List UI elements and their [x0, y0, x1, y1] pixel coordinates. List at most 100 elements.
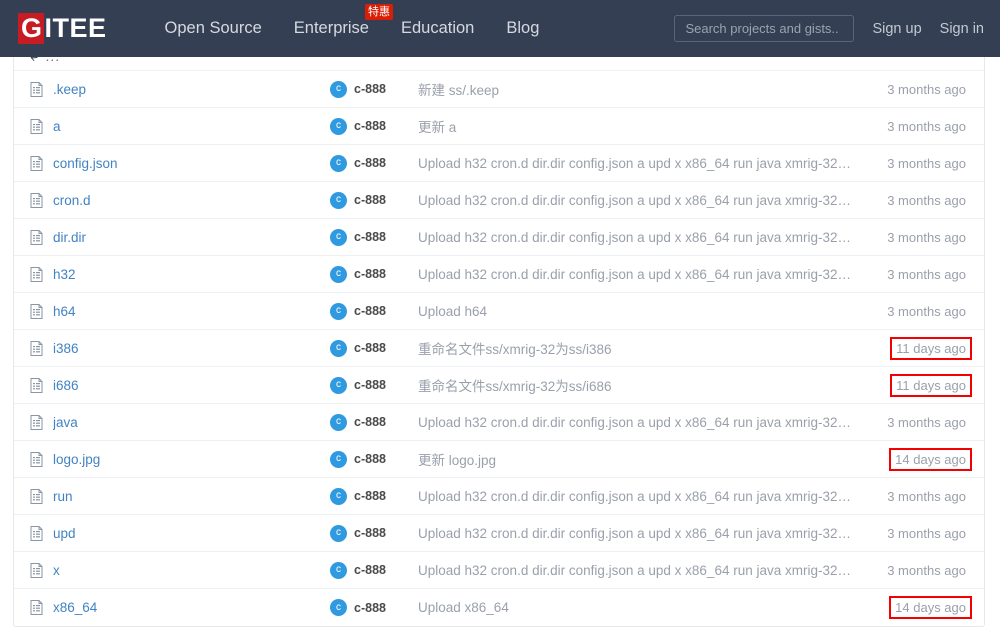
nav-link-enterprise[interactable]: Enterprise特惠: [278, 0, 385, 57]
sign-up-link[interactable]: Sign up: [872, 21, 921, 37]
commit-message[interactable]: Upload h32 cron.d dir.dir config.json a …: [410, 267, 883, 282]
author-name-link[interactable]: c-888: [354, 230, 386, 244]
commit-message[interactable]: 重命名文件ss/xmrig-32为ss/i386: [410, 338, 892, 358]
file-name-link[interactable]: logo.jpg: [53, 452, 100, 467]
file-icon: [30, 600, 43, 615]
commit-author-cell: c c-888: [330, 118, 410, 135]
avatar[interactable]: c: [330, 525, 347, 542]
avatar[interactable]: c: [330, 155, 347, 172]
author-name-link[interactable]: c-888: [354, 341, 386, 355]
commit-author-cell: c c-888: [330, 525, 410, 542]
author-name-link[interactable]: c-888: [354, 378, 386, 392]
file-name-link[interactable]: cron.d: [53, 193, 91, 208]
author-name-link[interactable]: c-888: [354, 452, 386, 466]
commit-message[interactable]: Upload h32 cron.d dir.dir config.json a …: [410, 156, 883, 171]
nav-link-blog[interactable]: Blog: [490, 0, 555, 57]
commit-author-cell: c c-888: [330, 340, 410, 357]
file-name-link[interactable]: x: [53, 563, 60, 578]
commit-message[interactable]: Upload h32 cron.d dir.dir config.json a …: [410, 526, 883, 541]
commit-message[interactable]: 更新 a: [410, 116, 883, 136]
file-name-link[interactable]: config.json: [53, 156, 118, 171]
file-name-link[interactable]: h32: [53, 267, 76, 282]
avatar[interactable]: c: [330, 266, 347, 283]
commit-time-highlighted: 11 days ago: [892, 339, 970, 358]
file-name-cell: logo.jpg: [30, 452, 330, 467]
author-name-link[interactable]: c-888: [354, 119, 386, 133]
avatar[interactable]: c: [330, 377, 347, 394]
search-input[interactable]: [674, 15, 854, 42]
avatar[interactable]: c: [330, 562, 347, 579]
avatar[interactable]: c: [330, 599, 347, 616]
commit-message[interactable]: Upload h32 cron.d dir.dir config.json a …: [410, 415, 883, 430]
file-row: x86_64 c c-888 Upload x86_6414 days ago: [14, 589, 984, 626]
nav-right-group: Sign up Sign in: [674, 15, 984, 42]
file-icon: [30, 119, 43, 134]
commit-time: 3 months ago: [883, 302, 970, 321]
file-name-link[interactable]: a: [53, 119, 61, 134]
commit-message[interactable]: 更新 logo.jpg: [410, 449, 891, 469]
author-name-link[interactable]: c-888: [354, 489, 386, 503]
avatar[interactable]: c: [330, 414, 347, 431]
commit-message[interactable]: Upload x86_64: [410, 600, 891, 615]
nav-link-open-source[interactable]: Open Source: [149, 0, 278, 57]
avatar[interactable]: c: [330, 303, 347, 320]
commit-message[interactable]: Upload h32 cron.d dir.dir config.json a …: [410, 489, 883, 504]
commit-author-cell: c c-888: [330, 599, 410, 616]
commit-time: 3 months ago: [883, 413, 970, 432]
file-name-link[interactable]: i386: [53, 341, 79, 356]
avatar[interactable]: c: [330, 118, 347, 135]
nav-link-label: Blog: [506, 19, 539, 37]
commit-message[interactable]: Upload h64: [410, 304, 883, 319]
avatar[interactable]: c: [330, 192, 347, 209]
commit-message[interactable]: Upload h32 cron.d dir.dir config.json a …: [410, 563, 883, 578]
avatar[interactable]: c: [330, 451, 347, 468]
avatar[interactable]: c: [330, 81, 347, 98]
commit-time-highlighted: 14 days ago: [891, 598, 970, 617]
commit-time: 3 months ago: [883, 154, 970, 173]
author-name-link[interactable]: c-888: [354, 304, 386, 318]
nav-link-label: Education: [401, 19, 474, 37]
file-name-link[interactable]: java: [53, 415, 78, 430]
author-name-link[interactable]: c-888: [354, 601, 386, 615]
author-name-link[interactable]: c-888: [354, 156, 386, 170]
commit-time: 3 months ago: [883, 80, 970, 99]
avatar[interactable]: c: [330, 340, 347, 357]
logo-text: ITEE: [45, 15, 107, 42]
file-row: x c c-888 Upload h32 cron.d dir.dir config.…: [14, 552, 984, 589]
author-name-link[interactable]: c-888: [354, 193, 386, 207]
avatar[interactable]: c: [330, 229, 347, 246]
author-name-link[interactable]: c-888: [354, 526, 386, 540]
file-row: upd c c-888 Upload h32 cron.d dir.dir confi…: [14, 515, 984, 552]
primary-nav-links: Open SourceEnterprise特惠 Education Blog: [149, 0, 556, 57]
commit-message[interactable]: Upload h32 cron.d dir.dir config.json a …: [410, 193, 883, 208]
commit-message[interactable]: 重命名文件ss/xmrig-32为ss/i686: [410, 375, 892, 395]
file-name-link[interactable]: h64: [53, 304, 76, 319]
commit-author-cell: c c-888: [330, 229, 410, 246]
file-name-cell: .keep: [30, 82, 330, 97]
commit-time: 3 months ago: [883, 228, 970, 247]
file-name-link[interactable]: x86_64: [53, 600, 97, 615]
author-name-link[interactable]: c-888: [354, 415, 386, 429]
file-name-link[interactable]: dir.dir: [53, 230, 86, 245]
file-name-link[interactable]: run: [53, 489, 73, 504]
commit-time: 3 months ago: [883, 191, 970, 210]
file-name-link[interactable]: upd: [53, 526, 76, 541]
gitee-logo[interactable]: GITEE: [18, 13, 107, 44]
author-name-link[interactable]: c-888: [354, 82, 386, 96]
avatar[interactable]: c: [330, 488, 347, 505]
file-name-cell: a: [30, 119, 330, 134]
commit-time-highlighted: 14 days ago: [891, 450, 970, 469]
sign-in-link[interactable]: Sign in: [940, 21, 984, 37]
file-name-link[interactable]: .keep: [53, 82, 86, 97]
file-name-link[interactable]: i686: [53, 378, 79, 393]
commit-message[interactable]: Upload h32 cron.d dir.dir config.json a …: [410, 230, 883, 245]
nav-link-education[interactable]: Education: [385, 0, 490, 57]
nav-link-label: Enterprise: [294, 19, 369, 37]
commit-author-cell: c c-888: [330, 377, 410, 394]
file-name-cell: i386: [30, 341, 330, 356]
file-name-cell: upd: [30, 526, 330, 541]
commit-message[interactable]: 新建 ss/.keep: [410, 79, 883, 99]
author-name-link[interactable]: c-888: [354, 563, 386, 577]
author-name-link[interactable]: c-888: [354, 267, 386, 281]
commit-author-cell: c c-888: [330, 488, 410, 505]
